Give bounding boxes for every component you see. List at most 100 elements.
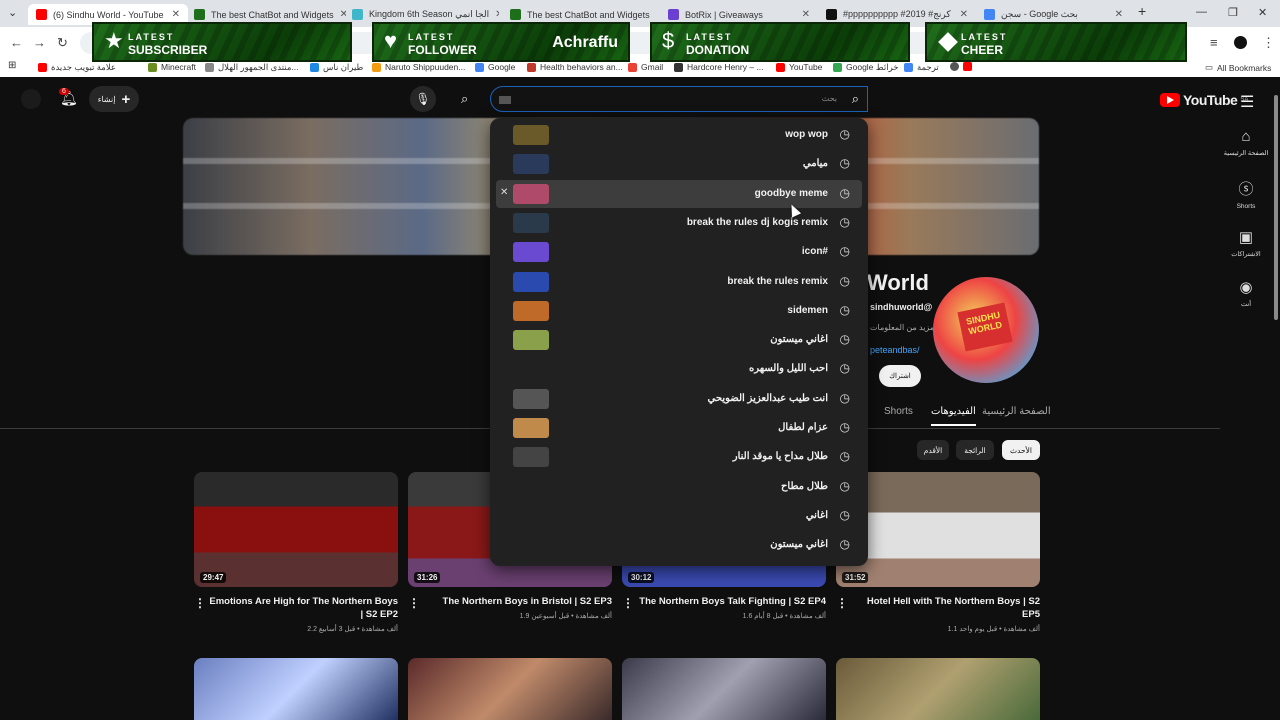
search-suggestion[interactable]: ميامي ◷	[496, 150, 862, 178]
channel-tabs: الصفحة الرئيسية الفيديوهات Shorts	[868, 400, 1220, 428]
guide-item[interactable]: ⌂ الصفحة الرئيسية	[1220, 128, 1272, 178]
guide-menu-icon[interactable]: ☰	[1240, 92, 1254, 112]
video-meta: 1.9 ألف مشاهدة • قبل أسبوعين	[519, 613, 612, 620]
close-tab-icon[interactable]: ✕	[1115, 9, 1123, 20]
close-tab-icon[interactable]: ✕	[656, 9, 657, 20]
close-tab-icon[interactable]: ✕	[172, 9, 180, 20]
back-icon[interactable]: ←	[10, 35, 23, 50]
bookmark-item[interactable]	[950, 62, 972, 71]
search-suggestion[interactable]: break the rules dj kogis remix ◷	[496, 209, 862, 237]
guide-item[interactable]: ⓢ Shorts	[1220, 178, 1272, 228]
bookmark-item[interactable]: Naruto Shippuuden...	[372, 62, 465, 72]
tab-shorts[interactable]: Shorts	[884, 406, 913, 417]
bookmark-item[interactable]: Health behaviors an...	[527, 62, 623, 72]
history-icon: ◷	[839, 156, 850, 171]
bookmark-item[interactable]: ترجمة	[904, 62, 939, 73]
guide-item[interactable]: ▣ الاشتراكات	[1220, 228, 1272, 278]
search-suggestion[interactable]: احب الليل والسهره ◷	[496, 355, 862, 383]
new-tab-button[interactable]: +	[1138, 3, 1146, 19]
tab-videos[interactable]: الفيديوهات	[931, 406, 976, 426]
video-menu-icon[interactable]: ⋮	[836, 596, 848, 610]
bookmark-item[interactable]: Google خرائط	[833, 62, 899, 73]
video-thumbnail[interactable]	[836, 658, 1040, 720]
video-title[interactable]: Hotel Hell with The Northern Boys | S2 E…	[836, 595, 1040, 621]
bookmark-item[interactable]: طيران ناس	[310, 62, 363, 73]
video-thumbnail[interactable]	[194, 658, 398, 720]
chip-popular[interactable]: الرائجة	[956, 440, 994, 460]
video-menu-icon[interactable]: ⋮	[408, 596, 420, 610]
bookmark-item[interactable]: Gmail	[628, 62, 663, 72]
remove-suggestion-icon[interactable]: ✕	[500, 187, 508, 198]
search-suggestion[interactable]: طلال مداح يا موقد النار ◷	[496, 443, 862, 471]
browser-menu-icon[interactable]: ⋮	[1262, 35, 1275, 51]
suggestion-thumbnail	[513, 183, 549, 204]
video-title[interactable]: Emotions Are High for The Northern Boys …	[194, 595, 398, 621]
guide-item[interactable]: ◉ أنت	[1220, 278, 1272, 328]
video-menu-icon[interactable]: ⋮	[622, 596, 634, 610]
scrollbar-thumb[interactable]	[1274, 95, 1278, 320]
tab-favicon-icon	[352, 9, 363, 20]
reload-icon[interactable]: ↻	[57, 35, 68, 51]
account-avatar[interactable]	[21, 89, 41, 109]
search-suggestion[interactable]: break the rules remix ◷	[496, 268, 862, 296]
close-tab-icon[interactable]: ✕	[802, 9, 810, 20]
suggestion-thumbnail	[513, 125, 549, 145]
search-suggestion[interactable]: sidemen ◷	[496, 297, 862, 325]
video-thumbnail[interactable]	[408, 658, 612, 720]
extensions-icon[interactable]: ≡	[1210, 35, 1218, 50]
video-title[interactable]: The Northern Boys Talk Fighting | S2 EP4	[622, 595, 826, 608]
youtube-logo[interactable]: YouTube SA	[1160, 92, 1248, 108]
profile-avatar[interactable]	[1234, 36, 1247, 49]
search-suggestion[interactable]: اغاني ميستون ◷	[496, 531, 862, 559]
bookmark-item[interactable]: Minecraft	[148, 62, 196, 72]
bookmark-item[interactable]: Hardcore Henry – ...	[674, 62, 764, 72]
close-tab-icon[interactable]: ✕	[960, 9, 968, 20]
subscribe-button[interactable]: اشتراك	[879, 365, 921, 387]
bookmark-item[interactable]: YouTube	[776, 62, 822, 72]
video-card[interactable]: 29:47 ⋮ Emotions Are High for The Northe…	[194, 472, 398, 633]
search-button-icon[interactable]: ⌕	[461, 91, 468, 107]
close-window-icon[interactable]: ✕	[1258, 6, 1267, 19]
tab-home[interactable]: الصفحة الرئيسية	[982, 406, 1051, 417]
search-suggestion[interactable]: اغاني ◷	[496, 502, 862, 530]
search-suggestion[interactable]: ✕ goodbye meme ◷	[496, 179, 862, 208]
minimize-icon[interactable]: —	[1196, 6, 1207, 18]
bookmark-item[interactable]: منتدى الجمهور الهلال...	[205, 62, 299, 73]
search-suggestion[interactable]: wop wop ◷	[496, 121, 862, 149]
suggestion-text: اغاني ميستون	[770, 539, 828, 551]
plus-icon: +	[121, 90, 131, 108]
channel-more-info[interactable]: مزيد من المعلومات	[870, 323, 934, 332]
channel-link[interactable]: peteandbas/	[870, 345, 920, 355]
chip-oldest[interactable]: الأقدم	[917, 440, 949, 460]
search-suggestion[interactable]: icon# ◷	[496, 238, 862, 266]
suggestion-text: عزام لطفال	[778, 422, 828, 433]
tab-search-icon[interactable]: ⌄	[8, 6, 17, 19]
home-icon: ⌂	[1241, 128, 1251, 145]
video-thumbnail[interactable]	[622, 658, 826, 720]
globe-icon	[950, 62, 959, 71]
bookmark-item[interactable]: Google	[475, 62, 515, 72]
video-thumbnail[interactable]: 29:47	[194, 472, 398, 587]
search-suggestion[interactable]: اغاني ميستون ◷	[496, 326, 862, 354]
search-suggestion[interactable]: انت طيب عبدالعزيز الضويحي ◷	[496, 385, 862, 413]
chip-latest[interactable]: الأحدث	[1002, 440, 1040, 460]
tab-title: سجن - Google بحث	[1001, 9, 1078, 19]
maximize-icon[interactable]: ❐	[1228, 6, 1238, 19]
video-menu-icon[interactable]: ⋮	[194, 596, 206, 610]
search-suggestion[interactable]: طلال مطاح ◷	[496, 473, 862, 501]
create-button[interactable]: إنشاء +	[89, 86, 139, 112]
bookmark-item[interactable]: علامة تبويب جديدة	[38, 62, 116, 73]
video-meta: 1.1 ألف مشاهدة • قبل يوم واحد	[947, 626, 1040, 633]
search-suggestion[interactable]: عزام لطفال ◷	[496, 414, 862, 442]
shorts-icon: ⓢ	[1238, 181, 1254, 198]
video-title[interactable]: The Northern Boys in Bristol | S2 EP3	[408, 595, 612, 608]
voice-search-button[interactable]: 🎙︎	[410, 86, 436, 112]
all-bookmarks[interactable]: ▭ All Bookmarks	[1205, 62, 1271, 73]
forward-icon[interactable]: →	[33, 35, 46, 50]
apps-grid-icon[interactable]: ⊞	[8, 60, 16, 71]
close-tab-icon[interactable]: ✕	[495, 9, 499, 20]
tab-favicon-icon	[510, 9, 521, 20]
subscriptions-icon: ▣	[1238, 229, 1254, 246]
search-input[interactable]: بحث ⌕	[490, 86, 868, 112]
tab-title: #pppppppppp #2019 #كرنج	[843, 9, 951, 19]
